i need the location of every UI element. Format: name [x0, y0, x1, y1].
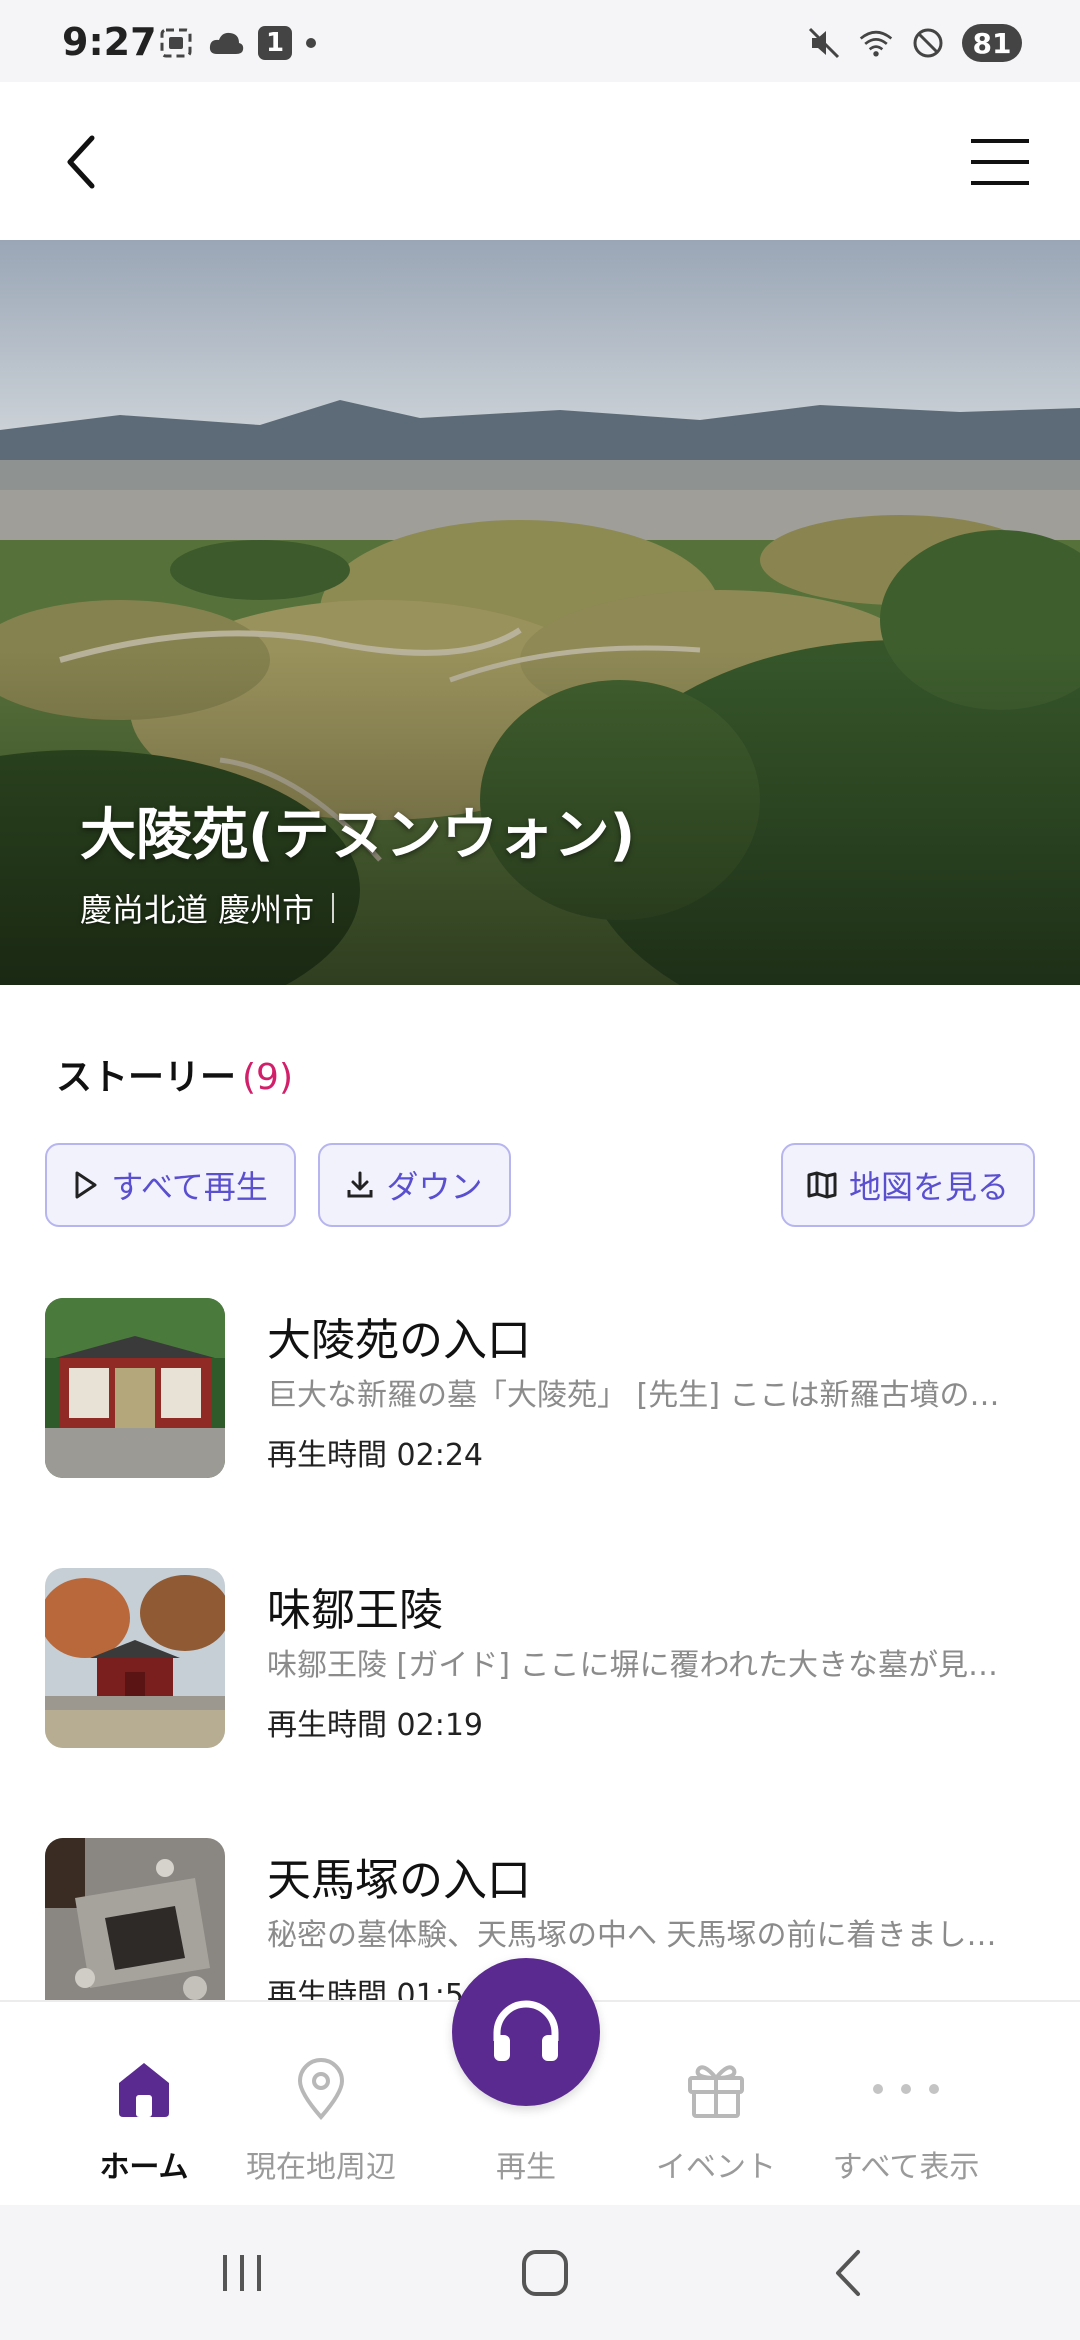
nav-label-show-all: すべて表示: [832, 2150, 980, 2185]
story-title: 大陵苑の入口: [267, 1315, 531, 1366]
play-icon: [75, 1171, 97, 1199]
status-right-icons: 81: [806, 24, 1022, 62]
status-bar: 9:27 1 81: [0, 0, 1080, 82]
story-description: 味鄒王陵 [ガイド] ここに塀に覆われた大きな墓が見…: [267, 1648, 998, 1683]
chevron-left-icon: [67, 135, 95, 189]
location-pin-icon: [294, 2054, 348, 2124]
location-label: 慶尚北道 慶州市: [80, 885, 335, 931]
wifi-icon: [858, 27, 894, 59]
dot-icon: [306, 38, 316, 48]
download-label: ダウン: [386, 1168, 483, 1206]
more-dots-icon: [871, 2054, 941, 2124]
battery-icon: 81: [962, 24, 1022, 62]
story-thumbnail: [45, 1298, 225, 1478]
page-title: 大陵苑(テヌンウォン): [80, 803, 636, 868]
cloud-icon: [208, 27, 244, 59]
gift-icon: [685, 2054, 747, 2124]
story-list-item[interactable]: 大陵苑の入口 巨大な新羅の墓「大陵苑」 [先生] ここは新羅古墳の… 再生時間 …: [45, 1298, 1035, 1478]
system-back-button[interactable]: [808, 2233, 888, 2313]
screenshot-icon: [158, 27, 194, 59]
story-description: 秘密の墓体験、天馬塚の中へ 天馬塚の前に着きまし…: [267, 1918, 997, 1953]
story-description: 巨大な新羅の墓「大陵苑」 [先生] ここは新羅古墳の…: [267, 1378, 1000, 1413]
home-icon: [115, 2054, 173, 2124]
recent-apps-icon: [223, 2255, 261, 2291]
story-thumbnail: [45, 1838, 225, 2018]
map-icon: [807, 1171, 837, 1199]
story-count: (9): [242, 1057, 294, 1098]
download-icon: [347, 1171, 373, 1198]
story-section-title: ストーリー: [56, 1057, 237, 1098]
system-navigation-bar: [0, 2205, 1080, 2340]
play-all-label: すべて再生: [111, 1168, 268, 1206]
story-thumbnail: [45, 1568, 225, 1748]
nav-item-events[interactable]: イベント: [648, 2002, 784, 2207]
home-system-button[interactable]: [505, 2233, 585, 2313]
story-duration: 再生時間 02:19: [267, 1708, 483, 1743]
home-square-icon: [522, 2250, 568, 2296]
story-title: 天馬塚の入口: [267, 1855, 531, 1906]
nav-label-events: イベント: [656, 2150, 776, 2185]
mute-icon: [806, 27, 842, 59]
recent-apps-button[interactable]: [202, 2233, 282, 2313]
back-button[interactable]: [50, 124, 110, 200]
location-text: 慶尚北道 慶州市: [80, 891, 315, 929]
hero-landscape-image: [0, 240, 1080, 985]
notification-badge: 1: [258, 26, 292, 60]
story-duration: 再生時間 02:24: [267, 1438, 483, 1473]
nav-label-nearby: 現在地周辺: [246, 2150, 396, 2185]
app-bar: [0, 82, 1080, 240]
back-arrow-icon: [836, 2250, 860, 2296]
view-map-label: 地図を見る: [848, 1168, 1009, 1206]
do-not-disturb-icon: [910, 27, 946, 59]
headphones-icon: [493, 2000, 559, 2061]
nav-label-home: ホーム: [99, 2150, 189, 2185]
hero-image: 大陵苑(テヌンウォン) 慶尚北道 慶州市: [0, 240, 1080, 985]
menu-button[interactable]: [960, 130, 1040, 194]
download-button[interactable]: ダウン: [318, 1143, 511, 1227]
status-time: 9:27: [62, 20, 157, 64]
nav-item-nearby[interactable]: 現在地周辺: [236, 2002, 406, 2207]
story-section-header: ストーリー (9): [56, 1048, 293, 1100]
nav-item-show-all[interactable]: すべて表示: [826, 2002, 986, 2207]
view-map-button[interactable]: 地図を見る: [781, 1143, 1035, 1227]
story-title: 味鄒王陵: [267, 1585, 443, 1636]
nav-label-play: 再生: [496, 2150, 556, 2185]
play-all-button[interactable]: すべて再生: [45, 1143, 296, 1227]
nav-item-home[interactable]: ホーム: [84, 2002, 204, 2207]
story-list-item[interactable]: 味鄒王陵 味鄒王陵 [ガイド] ここに塀に覆われた大きな墓が見… 再生時間 02…: [45, 1568, 1035, 1748]
hamburger-menu-icon: [971, 139, 1029, 185]
status-left-icons: 1: [158, 26, 316, 60]
divider: [332, 893, 335, 923]
play-fab-button[interactable]: [452, 1958, 600, 2106]
